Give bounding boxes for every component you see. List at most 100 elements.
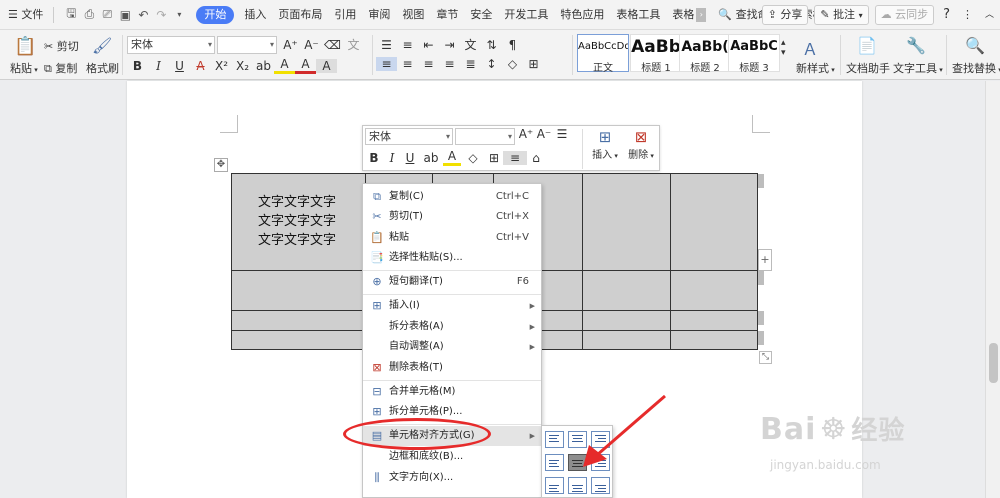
underline-icon[interactable]: U [169, 59, 190, 73]
font-name-select[interactable]: 宋体 ▾ [127, 36, 215, 54]
align-top-left-icon[interactable] [545, 431, 564, 448]
menu-item-cut[interactable]: ✂ 剪切(T) Ctrl+X [363, 207, 541, 227]
tab-references[interactable]: 引用 [328, 0, 362, 30]
shrink-font-icon[interactable]: A⁻ [535, 127, 553, 141]
underline-icon[interactable]: U [401, 151, 419, 165]
cut-button[interactable]: ✂ 剪切 [44, 38, 79, 54]
tab-chapter[interactable]: 章节 [430, 0, 464, 30]
menu-item-paste[interactable]: 📋 粘贴 Ctrl+V [363, 228, 541, 248]
align-bottom-right-icon[interactable] [591, 477, 610, 494]
italic-icon[interactable]: I [148, 59, 169, 73]
format-painter-icon[interactable]: 🖌 [92, 36, 112, 55]
shading-icon[interactable]: ◇ [502, 57, 523, 71]
char-shading-icon[interactable]: A [316, 58, 337, 73]
show-marks-icon[interactable]: ¶ [502, 38, 523, 52]
emphasis-icon[interactable]: ab [419, 151, 443, 165]
grow-font-icon[interactable]: A⁺ [280, 38, 301, 52]
line-spacing-icon[interactable]: ☰ [553, 127, 571, 141]
italic-icon[interactable]: I [383, 151, 401, 165]
menu-item-borders-shading[interactable]: 边框和底纹(B)... [363, 447, 541, 467]
chinese-layout-icon[interactable]: 文 [460, 36, 481, 53]
distribute-icon[interactable]: ≣ [460, 57, 481, 71]
tab-table-style[interactable]: 表格 [666, 0, 696, 30]
emphasis-icon[interactable]: ab [253, 59, 274, 73]
subscript-icon[interactable]: X₂ [232, 59, 253, 73]
shrink-font-icon[interactable]: A⁻ [301, 38, 322, 52]
menu-item-insert[interactable]: ⊞ 插入(I) ▶ [363, 296, 541, 316]
menu-item-translate[interactable]: ⊕ 短句翻译(T) F6 [363, 272, 541, 292]
align-right-icon[interactable]: ≡ [418, 57, 439, 71]
align-bottom-center-icon[interactable] [568, 477, 587, 494]
export-pdf-icon[interactable]: ⎙ [80, 7, 98, 22]
mini-delete-button[interactable]: ⊠ 删除 ▾ [624, 128, 658, 161]
highlight-icon[interactable]: A [274, 57, 295, 74]
copy-button[interactable]: ⧉ 复制 [44, 60, 77, 76]
borders-icon[interactable]: ⊞ [523, 57, 544, 71]
tab-scroll-right-icon[interactable]: › [696, 7, 707, 22]
mini-font-size-select[interactable]: ▾ [455, 128, 515, 145]
format-painter-button[interactable]: 格式刷 [86, 60, 119, 76]
bold-icon[interactable]: B [127, 59, 148, 73]
undo-icon[interactable]: ↶ [134, 8, 152, 22]
line-spacing-icon[interactable]: ↕ [481, 57, 502, 71]
table-resize-handle-icon[interactable]: ⤡ [759, 351, 772, 364]
tab-view[interactable]: 视图 [396, 0, 430, 30]
numbered-list-icon[interactable]: ≡ [397, 38, 418, 52]
wrench-icon[interactable]: 🔧 [906, 36, 926, 55]
increase-indent-icon[interactable]: ⇥ [439, 38, 460, 52]
align-icon[interactable]: ≡ [503, 150, 527, 165]
new-style-button[interactable]: 新样式 ▾ [796, 60, 835, 76]
style-normal[interactable]: AaBbCcDd 正文 [577, 34, 629, 74]
styles-more-icon[interactable]: ▴ ▾ [781, 38, 786, 58]
bullet-list-icon[interactable]: ☰ [376, 38, 397, 52]
justify-icon[interactable]: ≡ [439, 57, 460, 71]
print-icon[interactable]: ⎚ [98, 7, 116, 22]
tab-page-layout[interactable]: 页面布局 [272, 0, 328, 30]
font-size-select[interactable]: ▾ [217, 36, 277, 54]
new-style-icon[interactable]: Ａ [802, 36, 818, 60]
tab-insert[interactable]: 插入 [238, 0, 272, 30]
borders-icon[interactable]: ⊞ [485, 151, 503, 165]
tab-special[interactable]: 特色应用 [554, 0, 610, 30]
tab-security[interactable]: 安全 [464, 0, 498, 30]
find-icon[interactable]: 🔍 [965, 36, 985, 55]
strikethrough-icon[interactable]: A [190, 59, 211, 73]
menu-item-auto-fit[interactable]: 自动调整(A) ▶ [363, 337, 541, 357]
save-icon[interactable]: 🖫 [62, 4, 80, 25]
style-heading-2[interactable]: AaBb( 标题 2 [679, 34, 731, 74]
paste-button[interactable]: 粘贴 ▾ [10, 60, 38, 76]
phonetic-icon[interactable]: 文 [343, 36, 364, 53]
help-button[interactable]: ? [937, 0, 956, 30]
paste-icon[interactable]: 📋 [14, 36, 36, 57]
align-bottom-left-icon[interactable] [545, 477, 564, 494]
tab-developer[interactable]: 开发工具 [498, 0, 554, 30]
scrollbar-thumb[interactable] [989, 343, 998, 383]
mini-font-name-select[interactable]: 宋体 ▾ [365, 128, 453, 145]
tab-table-tools[interactable]: 表格工具 [610, 0, 666, 30]
cell-shading-icon[interactable]: ⌂ [527, 151, 545, 165]
menu-item-copy[interactable]: ⧉ 复制(C) Ctrl+C [363, 187, 541, 207]
collapse-ribbon-icon[interactable]: ︿ [979, 0, 1000, 30]
sort-icon[interactable]: ⇅ [481, 38, 502, 52]
table-cell-text[interactable]: 文字文字文字 文字文字文字 文字文字文字 [258, 193, 368, 250]
doc-helper-icon[interactable]: 📄 [857, 36, 877, 55]
table-move-handle-icon[interactable]: ✥ [214, 158, 228, 172]
add-column-button[interactable]: + [758, 249, 772, 271]
text-tools-button[interactable]: 文字工具 ▾ [893, 60, 943, 76]
align-left-icon[interactable]: ≡ [376, 57, 397, 71]
grow-font-icon[interactable]: A⁺ [517, 127, 535, 141]
print-preview-icon[interactable]: ▣ [116, 8, 134, 22]
font-color-icon[interactable]: A [295, 57, 316, 74]
style-heading-1[interactable]: AaBb 标题 1 [630, 34, 682, 74]
decrease-indent-icon[interactable]: ⇤ [418, 38, 439, 52]
mini-insert-button[interactable]: ⊞ 插入 ▾ [589, 128, 621, 161]
menu-item-text-direction[interactable]: ⫼ 文字方向(X)... [363, 468, 541, 488]
menu-item-delete-table[interactable]: ⊠ 删除表格(T) [363, 358, 541, 378]
align-middle-left-icon[interactable] [545, 454, 564, 471]
font-color-icon[interactable]: A [443, 149, 461, 166]
tab-home[interactable]: 开始 [196, 5, 235, 24]
shading-icon[interactable]: ◇ [461, 151, 485, 165]
tab-review[interactable]: 审阅 [362, 0, 396, 30]
superscript-icon[interactable]: X² [211, 59, 232, 73]
vertical-scrollbar[interactable] [985, 81, 1000, 498]
